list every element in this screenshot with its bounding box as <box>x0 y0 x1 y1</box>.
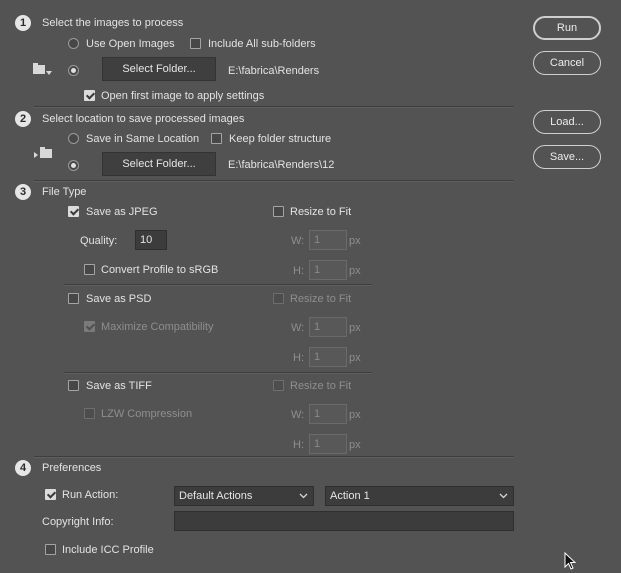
step-number-4: 4 <box>15 460 31 476</box>
psd-height-unit: px <box>349 352 361 364</box>
keep-folder-structure-checkbox[interactable] <box>211 133 222 144</box>
action-set-value: Default Actions <box>179 490 253 502</box>
cancel-button[interactable]: Cancel <box>533 51 601 75</box>
chevron-down-icon <box>499 493 508 499</box>
save-as-tiff-checkbox[interactable] <box>68 380 79 391</box>
jpeg-resize-checkbox[interactable] <box>273 206 284 217</box>
save-same-location-radio[interactable] <box>68 133 79 144</box>
convert-profile-label: Convert Profile to sRGB <box>101 264 219 276</box>
open-first-image-checkbox[interactable] <box>84 90 95 101</box>
run-action-checkbox[interactable] <box>45 489 56 500</box>
tiff-height-input[interactable]: 1 <box>309 434 347 454</box>
jpeg-width-label: W: <box>291 235 305 247</box>
open-first-image-label: Open first image to apply settings <box>101 90 265 102</box>
save-as-psd-label: Save as PSD <box>86 293 152 305</box>
use-open-images-label: Use Open Images <box>86 38 175 50</box>
source-folder-path: E:\fabrica\Renders <box>228 65 320 77</box>
select-dest-folder-radio[interactable] <box>68 160 79 171</box>
step-number-3: 3 <box>15 184 31 200</box>
jpeg-resize-label: Resize to Fit <box>290 206 352 218</box>
save-as-jpeg-label: Save as JPEG <box>86 206 158 218</box>
action-select[interactable]: Action 1 <box>325 486 514 506</box>
copyright-input[interactable] <box>174 511 514 531</box>
jpeg-height-label: H: <box>293 265 304 277</box>
tiff-resize-label: Resize to Fit <box>290 380 352 392</box>
load-button[interactable]: Load... <box>533 110 601 134</box>
quality-input[interactable]: 10 <box>135 230 167 250</box>
tiff-resize-checkbox[interactable] <box>273 380 284 391</box>
run-action-label: Run Action: <box>62 489 119 501</box>
include-icc-label: Include ICC Profile <box>62 544 154 556</box>
include-subfolders-checkbox[interactable] <box>190 38 201 49</box>
section3-title: File Type <box>42 186 87 198</box>
run-button[interactable]: Run <box>533 16 601 40</box>
action-set-select[interactable]: Default Actions <box>174 486 314 506</box>
tiff-width-input[interactable]: 1 <box>309 404 347 424</box>
quality-label: Quality: <box>80 235 118 247</box>
convert-profile-checkbox[interactable] <box>84 264 95 275</box>
section4-title: Preferences <box>42 462 102 474</box>
psd-resize-checkbox[interactable] <box>273 293 284 304</box>
include-subfolders-label: Include All sub-folders <box>208 38 316 50</box>
folder-in-icon <box>33 63 52 75</box>
lzw-compression-checkbox[interactable] <box>84 408 95 419</box>
step-number-2: 2 <box>15 111 31 127</box>
section1-title: Select the images to process <box>42 17 184 29</box>
jpeg-height-unit: px <box>349 265 361 277</box>
keep-folder-structure-label: Keep folder structure <box>229 133 332 145</box>
separator <box>34 180 514 182</box>
tiff-width-label: W: <box>291 409 305 421</box>
maximize-compat-label: Maximize Compatibility <box>101 321 214 333</box>
separator <box>34 456 514 458</box>
save-as-tiff-label: Save as TIFF <box>86 380 152 392</box>
jpeg-height-input[interactable]: 1 <box>309 260 347 280</box>
save-as-jpeg-checkbox[interactable] <box>68 206 79 217</box>
tiff-height-label: H: <box>293 439 304 451</box>
separator <box>64 372 372 374</box>
copyright-label: Copyright Info: <box>42 516 114 528</box>
jpeg-width-unit: px <box>349 235 361 247</box>
maximize-compat-checkbox[interactable] <box>84 321 95 332</box>
tiff-height-unit: px <box>349 439 361 451</box>
select-source-folder-button[interactable]: Select Folder... <box>102 57 216 81</box>
separator <box>34 106 514 108</box>
chevron-down-icon <box>299 493 308 499</box>
psd-height-label: H: <box>293 352 304 364</box>
separator <box>64 284 372 286</box>
tiff-width-unit: px <box>349 409 361 421</box>
psd-resize-label: Resize to Fit <box>290 293 352 305</box>
section2-title: Select location to save processed images <box>42 113 245 125</box>
select-folder-radio[interactable] <box>68 65 79 76</box>
dest-folder-path: E:\fabrica\Renders\12 <box>228 159 335 171</box>
jpeg-width-input[interactable]: 1 <box>309 230 347 250</box>
psd-width-label: W: <box>291 322 305 334</box>
save-button[interactable]: Save... <box>533 145 601 169</box>
use-open-images-radio[interactable] <box>68 38 79 49</box>
psd-width-input[interactable]: 1 <box>309 317 347 337</box>
action-value: Action 1 <box>330 490 370 502</box>
mouse-cursor-icon <box>564 552 577 570</box>
select-dest-folder-button[interactable]: Select Folder... <box>102 152 216 176</box>
save-as-psd-checkbox[interactable] <box>68 293 79 304</box>
step-number-1: 1 <box>15 15 31 31</box>
save-same-location-label: Save in Same Location <box>86 133 200 145</box>
psd-height-input[interactable]: 1 <box>309 347 347 367</box>
lzw-compression-label: LZW Compression <box>101 408 193 420</box>
include-icc-checkbox[interactable] <box>45 544 56 555</box>
folder-out-icon <box>34 147 52 158</box>
psd-width-unit: px <box>349 322 361 334</box>
